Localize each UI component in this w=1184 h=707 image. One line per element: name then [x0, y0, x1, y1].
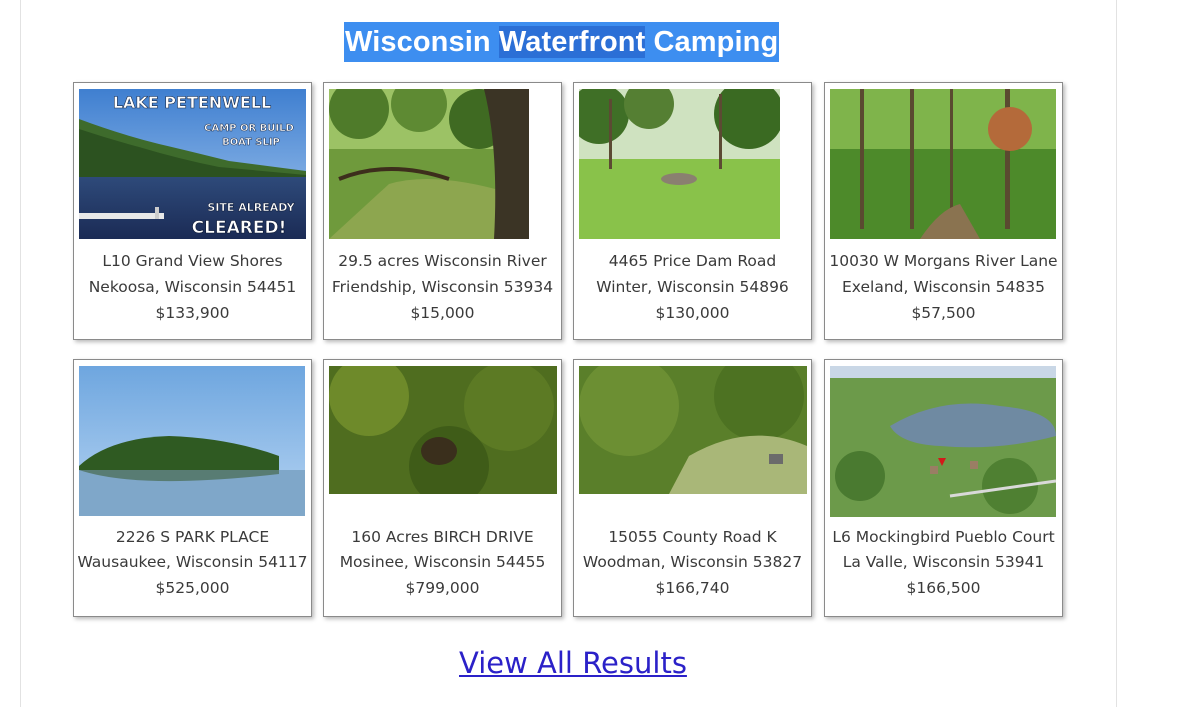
listing-address: 160 Acres BIRCH DRIVE — [351, 528, 534, 546]
listing-city: Friendship, Wisconsin 53934 — [331, 278, 554, 296]
listing-city: Nekoosa, Wisconsin 54451 — [88, 278, 297, 296]
listing-photo-8[interactable] — [830, 366, 1056, 517]
listing-card-8[interactable]: L6 Mockingbird Pueblo Court La Valle, Wi… — [824, 359, 1063, 617]
listing-card-5[interactable]: 2226 S PARK PLACE Wausaukee, Wisconsin 5… — [73, 359, 312, 617]
photo-text-1: LAKE PETENWELL — [113, 93, 271, 112]
listing-card-6[interactable]: 160 Acres BIRCH DRIVE Mosinee, Wisconsin… — [323, 359, 562, 617]
listing-city: Wausaukee, Wisconsin 54117 — [77, 553, 308, 571]
listing-card-1[interactable]: LAKE PETENWELL CAMP OR BUILD BOAT SLIP S… — [73, 82, 312, 340]
listing-price: $130,000 — [655, 304, 730, 322]
title-part-2: Waterfront — [498, 26, 646, 58]
listing-price: $15,000 — [410, 304, 475, 322]
listing-price: $133,900 — [155, 304, 230, 322]
listing-photo-5[interactable] — [79, 366, 305, 516]
listing-photo-3[interactable] — [579, 89, 780, 239]
listing-city: La Valle, Wisconsin 53941 — [842, 553, 1045, 571]
listing-city: Winter, Wisconsin 54896 — [596, 278, 789, 296]
listing-address: 15055 County Road K — [608, 528, 777, 546]
photo-text-3: BOAT SLIP — [222, 137, 280, 148]
listing-city: Exeland, Wisconsin 54835 — [842, 278, 1045, 296]
listing-city: Mosinee, Wisconsin 54455 — [339, 553, 546, 571]
section-title: Wisconsin Waterfront Camping — [344, 22, 780, 62]
listing-address: 10030 W Morgans River Lane — [829, 252, 1058, 270]
title-part-3: Camping — [645, 26, 779, 58]
listing-address: 2226 S PARK PLACE — [115, 528, 270, 546]
listing-price: $166,740 — [655, 579, 730, 597]
listing-price: $799,000 — [405, 579, 480, 597]
view-all-results-link[interactable]: View All Results — [459, 646, 687, 680]
photo-text-2: CAMP OR BUILD — [204, 123, 294, 134]
photo-text-4: SITE ALREADY — [207, 201, 295, 214]
listing-card-7[interactable]: 15055 County Road K Woodman, Wisconsin 5… — [573, 359, 812, 617]
photo-text-5: CLEARED! — [192, 218, 287, 238]
listing-price: $525,000 — [155, 579, 230, 597]
listing-photo-1[interactable]: LAKE PETENWELL CAMP OR BUILD BOAT SLIP S… — [79, 89, 306, 239]
listing-photo-7[interactable] — [579, 366, 807, 494]
listing-address: L10 Grand View Shores — [102, 252, 283, 270]
listing-address: 29.5 acres Wisconsin River — [338, 252, 547, 270]
listing-price: $57,500 — [911, 304, 976, 322]
listing-address: L6 Mockingbird Pueblo Court — [832, 528, 1055, 546]
listing-card-2[interactable]: 29.5 acres Wisconsin River Friendship, W… — [323, 82, 562, 340]
listing-address: 4465 Price Dam Road — [608, 252, 777, 270]
listing-city: Woodman, Wisconsin 53827 — [582, 553, 803, 571]
listing-card-3[interactable]: 4465 Price Dam Road Winter, Wisconsin 54… — [573, 82, 812, 340]
listing-photo-4[interactable] — [830, 89, 1056, 239]
title-part-1: Wisconsin — [345, 26, 499, 58]
listing-photo-2[interactable] — [329, 89, 529, 239]
listing-photo-6[interactable] — [329, 366, 557, 494]
listing-card-4[interactable]: 10030 W Morgans River Lane Exeland, Wisc… — [824, 82, 1063, 340]
listing-price: $166,500 — [906, 579, 981, 597]
